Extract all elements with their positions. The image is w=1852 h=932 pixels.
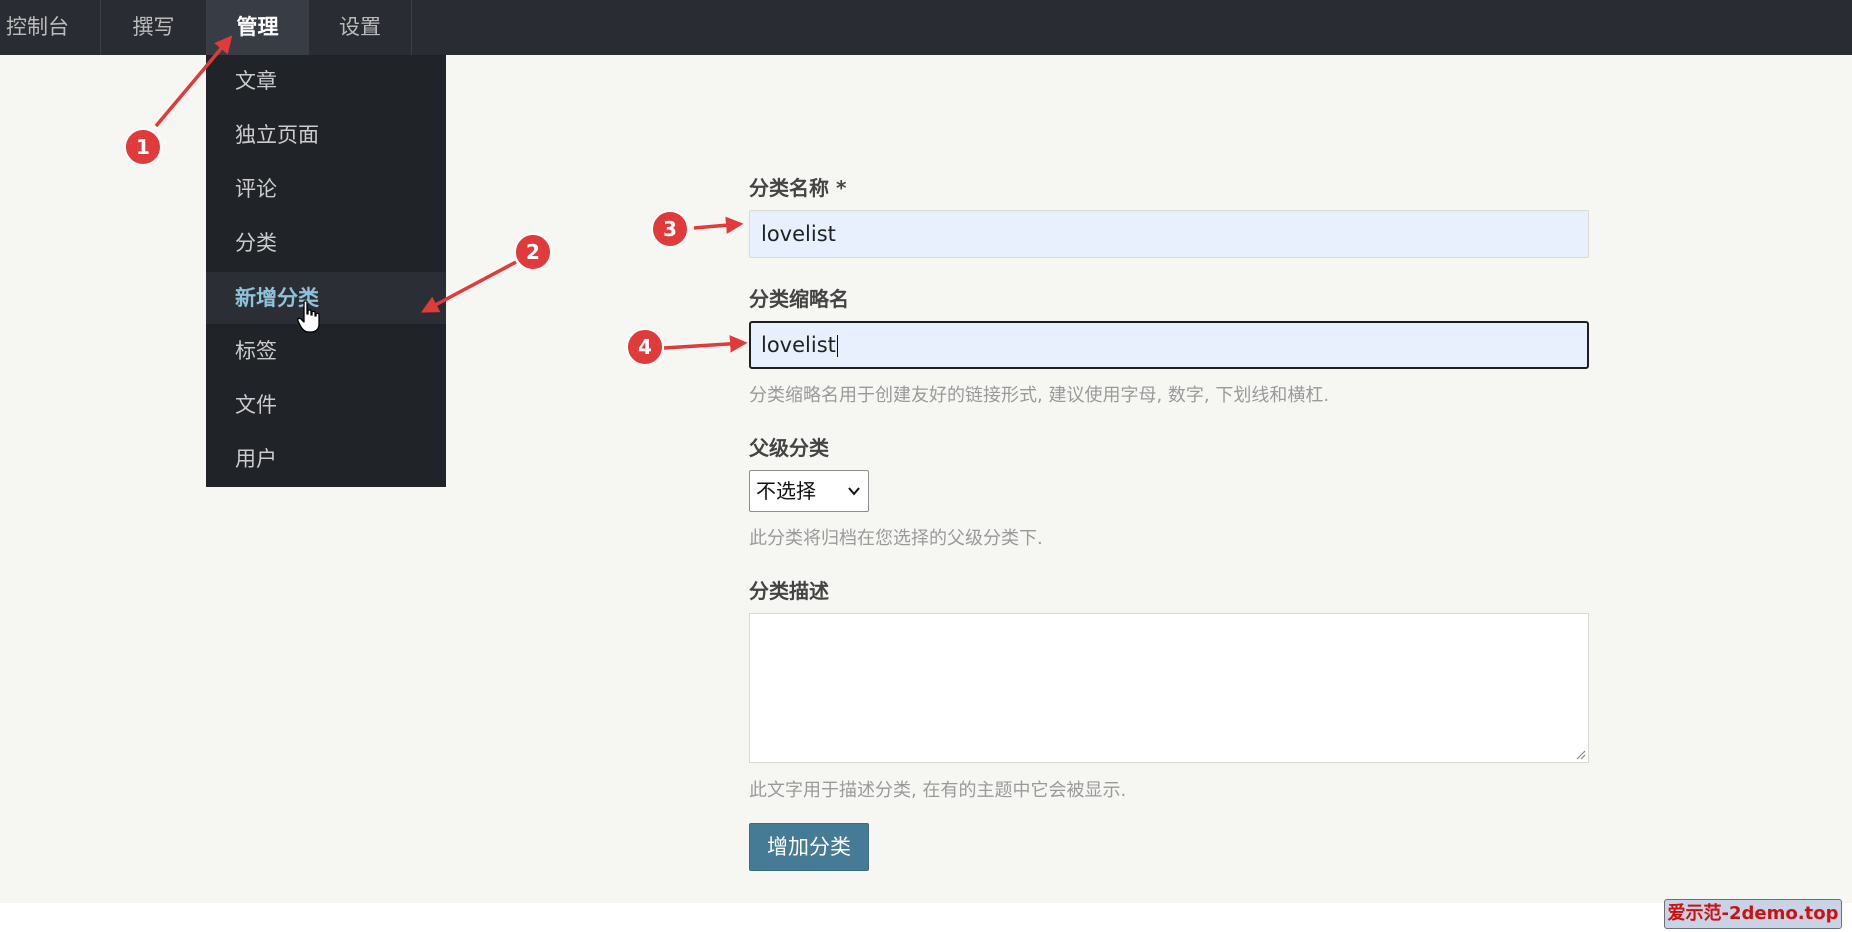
menu-item-files[interactable]: 文件 <box>206 380 446 430</box>
parent-category-hint: 此分类将归档在您选择的父级分类下. <box>749 528 1043 549</box>
chevron-down-icon <box>847 471 861 527</box>
menu-item-pages[interactable]: 独立页面 <box>206 110 446 160</box>
manage-dropdown-menu: 文章 独立页面 评论 分类 新增分类 标签 文件 用户 <box>206 55 446 487</box>
text-caret <box>836 335 838 357</box>
category-description-label: 分类描述 <box>749 579 829 603</box>
hand-cursor-icon <box>297 300 320 333</box>
category-description-hint: 此文字用于描述分类, 在有的主题中它会被显示. <box>749 780 1127 801</box>
category-slug-hint: 分类缩略名用于创建友好的链接形式, 建议使用字母, 数字, 下划线和横杠. <box>749 385 1330 406</box>
menu-item-comments[interactable]: 评论 <box>206 164 446 214</box>
parent-category-select[interactable]: 不选择 <box>749 470 869 512</box>
category-name-input[interactable]: lovelist <box>749 210 1589 258</box>
parent-category-label: 父级分类 <box>749 436 829 460</box>
menu-item-categories[interactable]: 分类 <box>206 218 446 268</box>
menu-item-posts[interactable]: 文章 <box>206 56 446 106</box>
menu-item-users[interactable]: 用户 <box>206 434 446 484</box>
category-slug-value: lovelist <box>761 333 836 357</box>
category-slug-label: 分类缩略名 <box>749 287 849 311</box>
nav-item-write[interactable]: 撰写 <box>101 0 207 55</box>
category-slug-input[interactable]: lovelist <box>749 321 1589 369</box>
resize-grip-icon[interactable] <box>1574 748 1586 760</box>
menu-item-tags[interactable]: 标签 <box>206 326 446 376</box>
watermark: 爱示范-2demo.top <box>1664 899 1842 929</box>
nav-item-settings[interactable]: 设置 <box>309 0 412 55</box>
menu-item-new-category[interactable]: 新增分类 <box>206 272 446 324</box>
parent-category-selected: 不选择 <box>756 479 816 503</box>
nav-item-dashboard[interactable]: 控制台 <box>0 0 101 55</box>
category-name-value: lovelist <box>761 222 836 246</box>
nav-item-manage[interactable]: 管理 <box>207 0 309 55</box>
top-navigation-bar: 控制台 撰写 管理 设置 <box>0 0 1852 55</box>
category-name-label: 分类名称 * <box>749 176 847 200</box>
add-category-button[interactable]: 增加分类 <box>749 823 869 871</box>
category-description-textarea[interactable] <box>749 613 1589 763</box>
